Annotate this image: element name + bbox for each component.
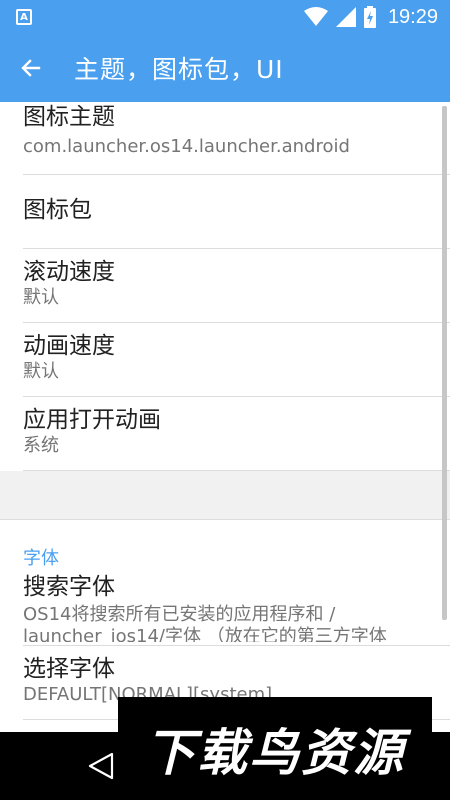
pref-icon-theme[interactable]: 图标主题 com.launcher.os14.launcher.android <box>23 102 450 175</box>
pref-summary: 系统 <box>23 435 59 456</box>
pref-summary: OS14将搜索所有已安装的应用程序和 / launcher_ios14/字体 （… <box>23 604 387 642</box>
nav-back-icon[interactable] <box>88 752 114 780</box>
back-button[interactable] <box>0 34 62 102</box>
pref-search-font[interactable]: 搜索字体 OS14将搜索所有已安装的应用程序和 / launcher_ios14… <box>23 572 450 646</box>
status-time: 19:29 <box>387 5 438 28</box>
status-bar: A 19:29 <box>0 0 450 34</box>
pref-title: 图标包 <box>23 197 92 223</box>
pref-title: 应用打开动画 <box>23 407 161 433</box>
pref-app-open-animation[interactable]: 应用打开动画 系统 <box>23 397 450 471</box>
pref-scroll-speed[interactable]: 滚动速度 默认 <box>23 249 450 323</box>
pref-summary: 默认 <box>23 361 59 382</box>
wifi-icon <box>303 7 328 26</box>
pref-title: 选择字体 <box>23 656 115 682</box>
pref-title: 动画速度 <box>23 333 115 359</box>
category-font: 字体 <box>23 548 59 569</box>
watermark-logo: 下载鸟资源 <box>118 697 432 800</box>
section-gap <box>0 471 450 520</box>
status-icons: 19:29 <box>303 5 438 29</box>
scrollbar[interactable] <box>442 106 447 620</box>
pref-title: 滚动速度 <box>23 259 115 285</box>
pref-title: 图标主题 <box>23 104 115 130</box>
signal-icon <box>335 7 356 27</box>
app-bar: 主题，图标包，UI <box>0 34 450 102</box>
page-title: 主题，图标包，UI <box>74 55 284 84</box>
arrow-back-icon <box>21 59 41 77</box>
pref-icon-pack[interactable]: 图标包 <box>23 175 450 249</box>
pref-summary: 默认 <box>23 287 59 308</box>
watermark-text: 下载鸟资源 <box>145 723 405 782</box>
pref-title: 搜索字体 <box>23 574 115 600</box>
pref-animation-speed[interactable]: 动画速度 默认 <box>23 323 450 397</box>
pref-summary: com.launcher.os14.launcher.android <box>23 136 350 157</box>
settings-list: 图标主题 com.launcher.os14.launcher.android … <box>0 102 450 732</box>
notification-icon: A <box>16 9 32 25</box>
battery-charging-icon <box>363 6 376 28</box>
